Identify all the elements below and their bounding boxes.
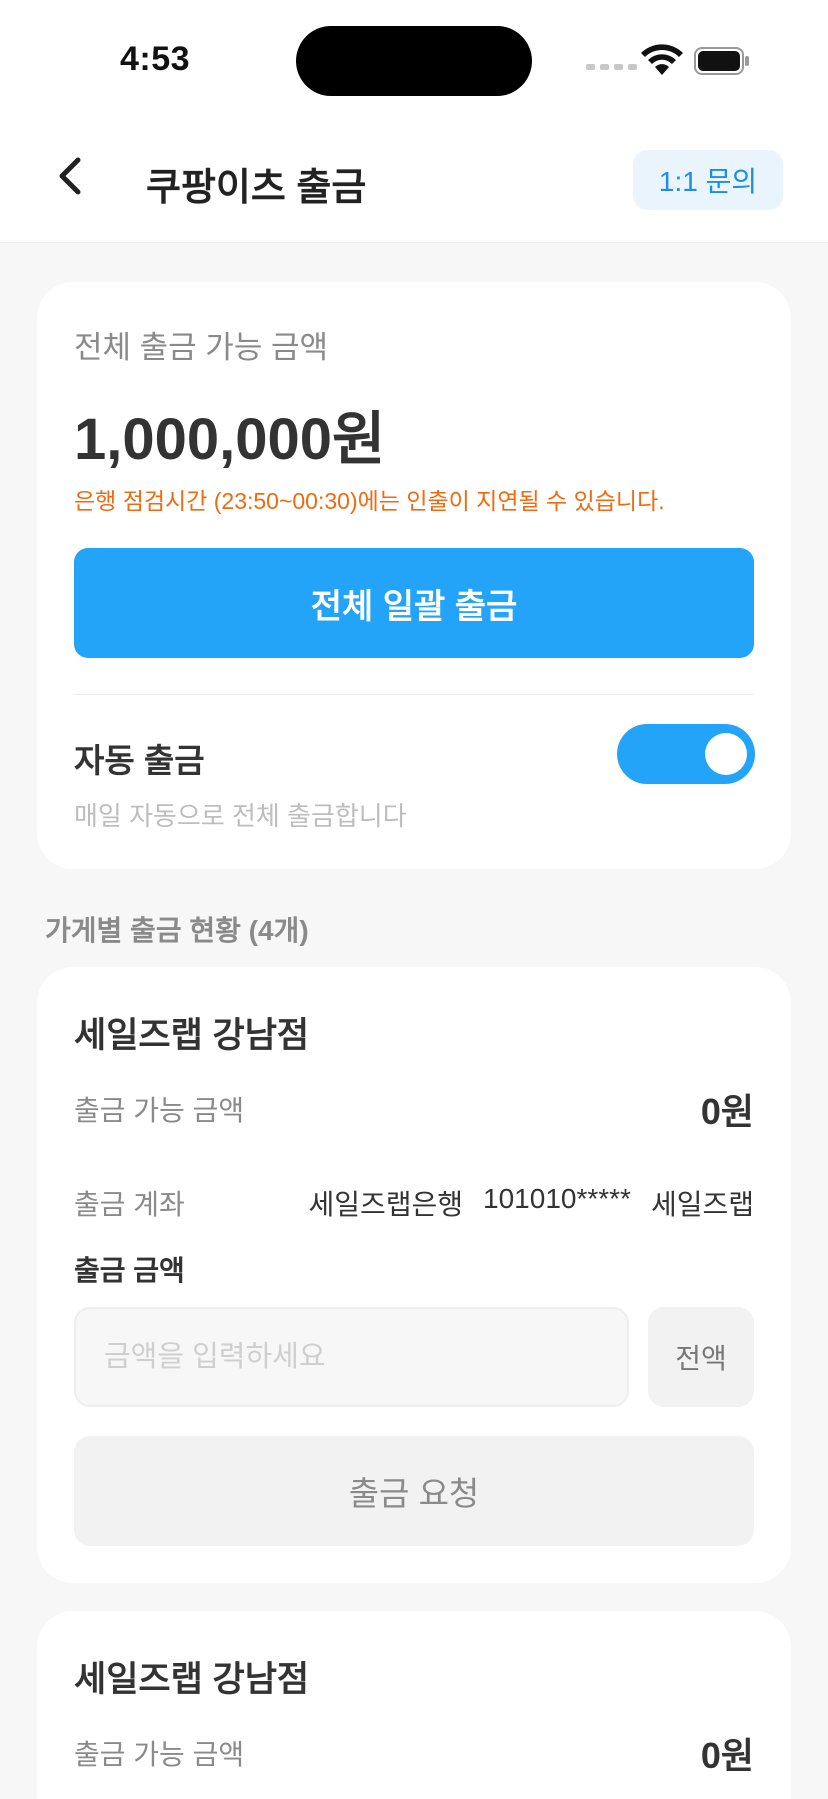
auto-withdraw-description: 매일 자동으로 전체 출금합니다: [74, 801, 407, 831]
page-title: 쿠팡이츠 출금: [146, 167, 367, 209]
stores-section-title: 가게별 출금 현황 (4개): [45, 915, 309, 946]
auto-withdraw-title: 자동 출금: [74, 742, 205, 779]
status-bar: 4:53: [0, 0, 828, 130]
battery-icon: [694, 47, 749, 75]
available-amount-value: 0원: [700, 1735, 754, 1776]
available-amount-value: 0원: [700, 1091, 754, 1132]
total-available-label: 전체 출금 가능 금액: [74, 330, 328, 365]
auto-withdraw-toggle[interactable]: [617, 724, 755, 784]
back-arrow-icon[interactable]: [48, 152, 96, 200]
withdraw-page: 4:53 쿠팡이츠 출금 1:1 문의 전체 출금 가능 금액 1,000,00…: [0, 0, 828, 1799]
account-info: 세일즈랩은행 101010***** 세일즈랩: [308, 1183, 754, 1223]
total-available-amount: 1,000,000원: [74, 407, 386, 472]
store-card: 세일즈랩 강남점 출금 가능 금액 0원 출금 계좌 세일즈랩은행 101010…: [37, 967, 791, 1583]
status-time: 4:53: [120, 40, 191, 78]
account-label: 출금 계좌: [74, 1189, 185, 1220]
summary-card: 전체 출금 가능 금액 1,000,000원 은행 점검시간 (23:50~00…: [37, 282, 791, 869]
withdraw-amount-input[interactable]: [74, 1307, 629, 1407]
bank-maintenance-notice: 은행 점검시간 (23:50~00:30)에는 인출이 지연될 수 있습니다.: [74, 488, 665, 514]
app-header: 쿠팡이츠 출금 1:1 문의: [0, 130, 828, 243]
account-number: 101010*****: [483, 1183, 631, 1214]
full-amount-button[interactable]: 전액: [648, 1307, 754, 1407]
wifi-icon: [641, 44, 683, 75]
account-holder: 세일즈랩: [650, 1189, 754, 1220]
cellular-signal-icon: [586, 64, 637, 70]
available-amount-label: 출금 가능 금액: [74, 1095, 245, 1126]
divider: [74, 694, 754, 695]
store-name: 세일즈랩 강남점: [74, 1660, 310, 1699]
dynamic-island: [296, 26, 532, 96]
bulk-withdraw-button[interactable]: 전체 일괄 출금: [74, 548, 754, 658]
available-amount-label: 출금 가능 금액: [74, 1739, 245, 1770]
toggle-knob: [705, 733, 747, 775]
store-name: 세일즈랩 강남점: [74, 1016, 310, 1055]
inquiry-button[interactable]: 1:1 문의: [633, 150, 783, 210]
store-card: 세일즈랩 강남점 출금 가능 금액 0원: [37, 1611, 791, 1799]
bank-name: 세일즈랩은행: [308, 1189, 464, 1220]
withdraw-request-button[interactable]: 출금 요청: [74, 1436, 754, 1546]
withdraw-amount-label: 출금 금액: [74, 1255, 185, 1286]
